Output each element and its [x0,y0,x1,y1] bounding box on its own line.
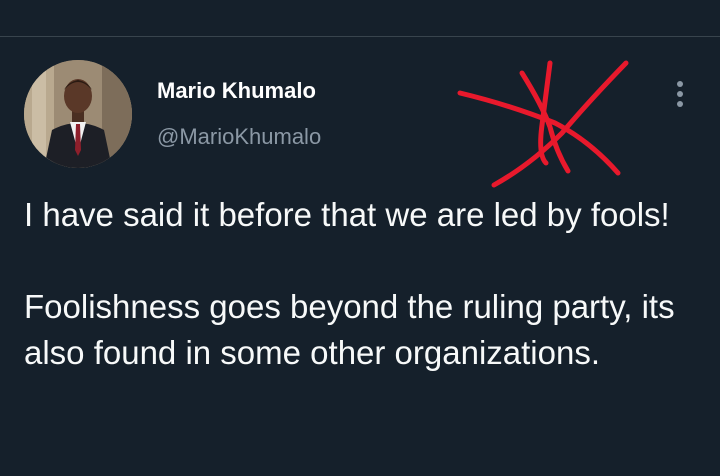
more-vertical-icon [677,81,683,107]
tweet-text: I have said it before that we are led by… [24,192,694,376]
author-display-name[interactable]: Mario Khumalo [157,78,316,104]
red-scribble-mark [457,60,629,188]
author-handle[interactable]: @MarioKhumalo [157,124,321,150]
tweet-paragraph: I have said it before that we are led by… [24,196,670,233]
more-options-button[interactable] [664,76,696,112]
tweet-screen: Mario Khumalo @MarioKhumalo I have said … [0,0,720,476]
top-divider [0,36,720,37]
avatar[interactable] [24,60,132,168]
avatar-image [24,60,132,168]
tweet-paragraph: Foolishness goes beyond the ruling party… [24,288,675,371]
